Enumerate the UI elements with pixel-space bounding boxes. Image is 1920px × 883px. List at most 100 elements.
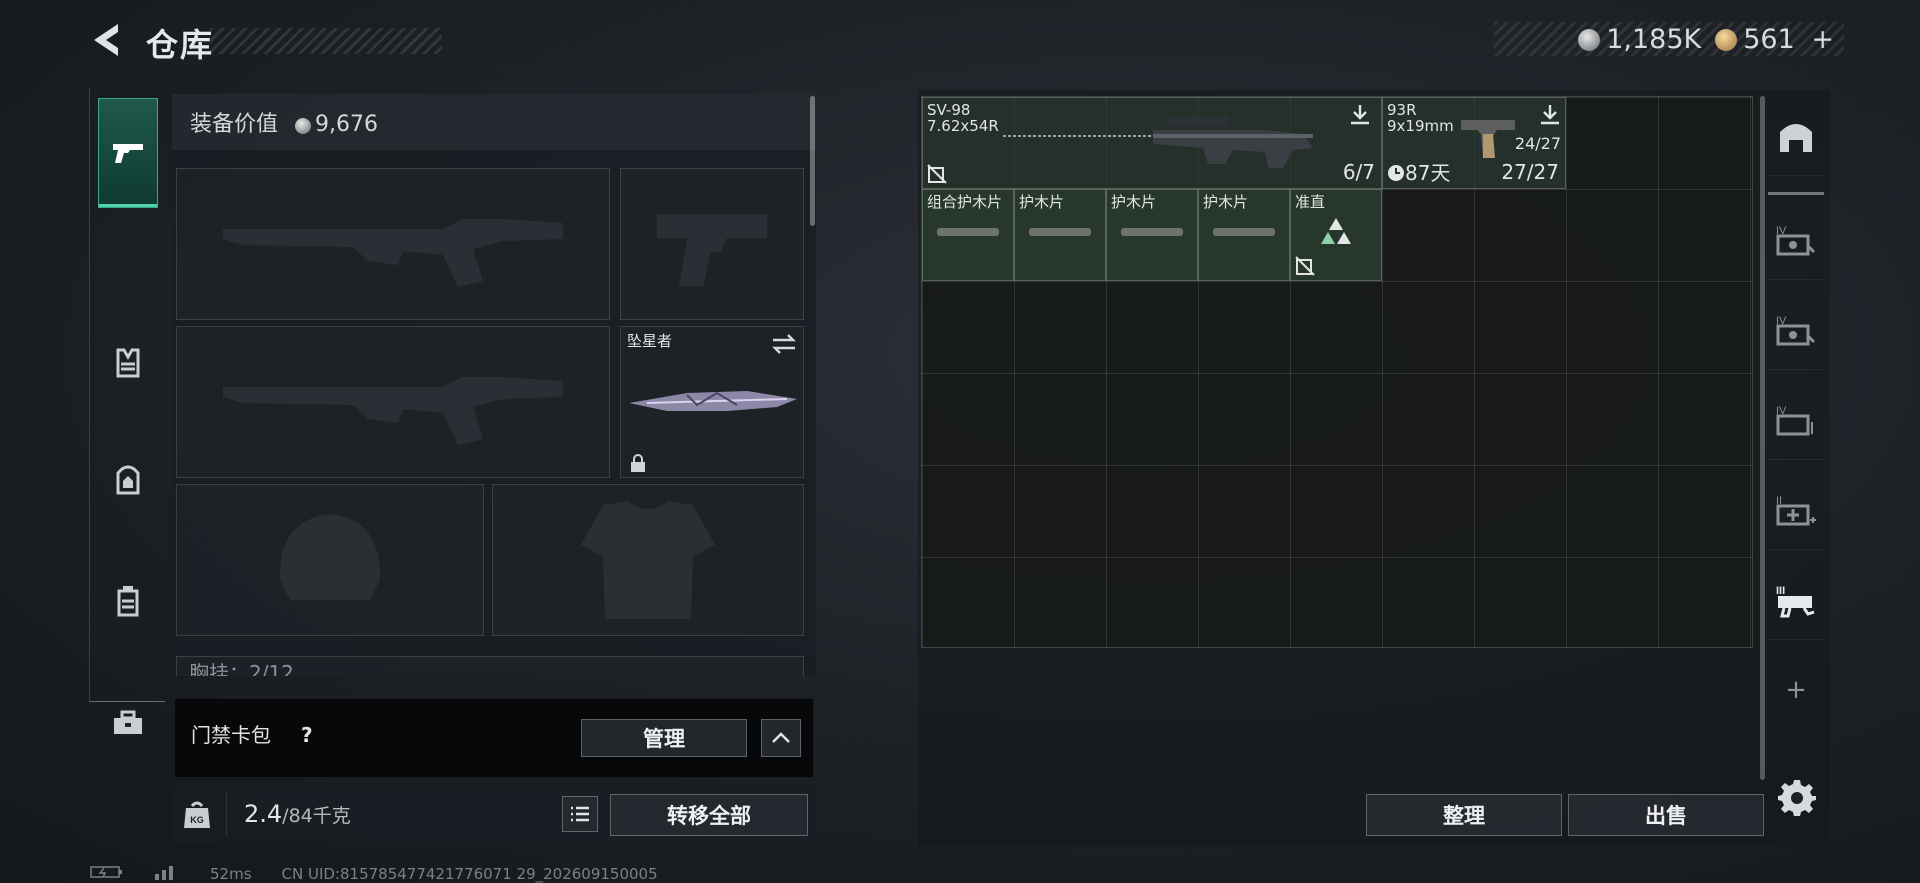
download-icon[interactable] <box>1537 102 1563 128</box>
equip-value: 装备价值 9,676 <box>190 112 378 137</box>
back-arrow-icon <box>94 24 118 56</box>
primary-weapon-slot-1[interactable] <box>176 168 610 320</box>
stash-grid[interactable]: SV-98 7.62x54R 6/7 93R 9x19mm 24/27 87天 … <box>921 96 1753 648</box>
category-toolbox-tab[interactable] <box>98 668 158 778</box>
download-icon[interactable] <box>1347 102 1373 128</box>
category-armor-tab[interactable] <box>98 308 158 418</box>
rifle-silhouette-icon <box>223 377 563 445</box>
pistol-icon <box>113 144 143 163</box>
manage-button[interactable]: 管理 <box>581 719 747 757</box>
item-name: SV-98 <box>927 101 971 119</box>
helmet-slot[interactable] <box>176 484 484 636</box>
secondary-weapon-slot[interactable] <box>620 168 804 320</box>
stash-tab-5[interactable]: III <box>1768 560 1824 640</box>
add-stash-icon: + <box>1785 675 1807 705</box>
no-insurance-icon <box>1295 256 1315 276</box>
help-icon[interactable]: ? <box>301 725 313 745</box>
stash-tab-4[interactable]: II <box>1768 470 1824 550</box>
chest-rig-label: 胸挂：2/12 <box>189 661 294 676</box>
collapse-button[interactable] <box>761 719 801 757</box>
settings-button[interactable] <box>1778 778 1818 818</box>
category-backpack-tab[interactable] <box>98 426 158 536</box>
stash-item-sv98[interactable]: SV-98 7.62x54R 6/7 <box>922 97 1382 189</box>
stash-item-attachment[interactable]: 准直 <box>1290 189 1382 281</box>
category-rig-tab[interactable] <box>98 546 158 656</box>
silver-coin-icon <box>295 118 312 134</box>
stash-item-attachment[interactable]: 护木片 <box>1198 189 1290 281</box>
weight-readout: 2.4/84千克 <box>244 800 351 828</box>
stash-tabs: IV IV IV II III + <box>1768 96 1824 756</box>
primary-weapon-slot-2[interactable] <box>176 326 610 478</box>
currency-bar: 1,185K 561 + <box>1494 22 1844 56</box>
stash-item-93r[interactable]: 93R 9x19mm 24/27 87天 27/27 <box>1382 97 1566 189</box>
item-name: 护木片 <box>1203 193 1249 211</box>
vest-icon <box>116 348 140 378</box>
blade-icon <box>629 391 797 411</box>
item-name: 93R <box>1387 101 1417 119</box>
item-name: 组合护木片 <box>927 193 1003 211</box>
item-caliber: 7.62x54R <box>927 117 999 135</box>
no-insurance-icon <box>927 164 947 184</box>
loadout-scrollbar[interactable] <box>810 96 815 226</box>
sell-button[interactable]: 出售 <box>1568 794 1764 836</box>
stash-tier4-a-icon: IV <box>1776 225 1816 255</box>
chest-rig-row[interactable]: 胸挂：2/12 <box>176 656 804 676</box>
stash-tab-1[interactable]: IV <box>1768 200 1824 280</box>
gear-icon <box>1778 780 1816 816</box>
stash-tab-divider <box>1768 192 1824 195</box>
clock-icon <box>1388 165 1404 181</box>
swap-icon[interactable] <box>771 333 797 355</box>
weight-bar: KG 2.4/84千克 转移全部 <box>172 786 816 842</box>
stash-item-attachment[interactable]: 护木片 <box>1106 189 1198 281</box>
silver-coin-icon <box>1578 28 1601 51</box>
stash-scrollbar[interactable] <box>1760 96 1765 780</box>
stash-item-attachment[interactable]: 组合护木片 <box>922 189 1014 281</box>
sort-button[interactable]: 整理 <box>1366 794 1562 836</box>
toolbox-icon <box>114 710 142 734</box>
gold-currency[interactable]: 561 + <box>1715 24 1834 55</box>
list-view-button[interactable] <box>562 796 598 832</box>
item-caliber: 9x19mm <box>1387 117 1454 135</box>
weight-icon: KG <box>184 801 210 828</box>
stash-tab-home[interactable] <box>1768 96 1824 176</box>
lock-icon <box>631 454 645 472</box>
item-durability: 27/27 <box>1501 160 1559 184</box>
helmet-silhouette-icon <box>279 514 381 600</box>
add-gold-button[interactable]: + <box>1811 24 1834 55</box>
stash-tier4-b-icon: IV <box>1776 315 1816 345</box>
armor-slot[interactable] <box>492 484 804 636</box>
handguard-icon <box>937 228 999 236</box>
transfer-all-button[interactable]: 转移全部 <box>610 794 808 836</box>
item-durability: 6/7 <box>1342 160 1375 184</box>
rifle-silhouette-icon <box>223 219 563 287</box>
chevron-up-icon <box>772 732 790 743</box>
stash-tier2-icon: II <box>1776 495 1816 525</box>
machine-pistol-icon <box>1461 120 1515 158</box>
stash-tier4-c-icon: IV <box>1776 405 1813 435</box>
item-name: 准直 <box>1295 193 1326 211</box>
loadout-panel: 坠星者 胸挂：2/12 <box>172 94 816 676</box>
stash-tab-2[interactable]: IV <box>1768 290 1824 370</box>
melee-name: 坠星者 <box>627 332 673 350</box>
category-weapons-tab[interactable] <box>98 98 158 208</box>
item-rental-days: 87天 <box>1387 163 1450 183</box>
category-sidebar <box>89 88 165 734</box>
stash-item-attachment[interactable]: 护木片 <box>1014 189 1106 281</box>
stash-tier3-icon: III <box>1776 585 1815 617</box>
add-stash-tab-button[interactable]: + <box>1768 650 1824 730</box>
weight-divider <box>226 792 227 836</box>
keycard-label: 门禁卡包 <box>191 723 271 747</box>
weight-icon-label: KG <box>190 815 204 825</box>
melee-slot[interactable]: 坠星者 <box>620 326 804 478</box>
item-ammo: 24/27 <box>1514 134 1561 153</box>
handguard-icon <box>1121 228 1183 236</box>
pistol-silhouette-icon <box>657 214 767 286</box>
status-footer: 52ms CN UID:815785477421776071 29_202609… <box>90 864 658 883</box>
stash-home-icon <box>1780 123 1812 152</box>
back-button[interactable] <box>88 20 124 60</box>
item-name: 护木片 <box>1019 193 1065 211</box>
stash-tab-3[interactable]: IV <box>1768 380 1824 460</box>
backpack-icon <box>116 465 140 495</box>
handguard-icon <box>1213 228 1275 236</box>
sight-icon <box>1321 218 1351 244</box>
